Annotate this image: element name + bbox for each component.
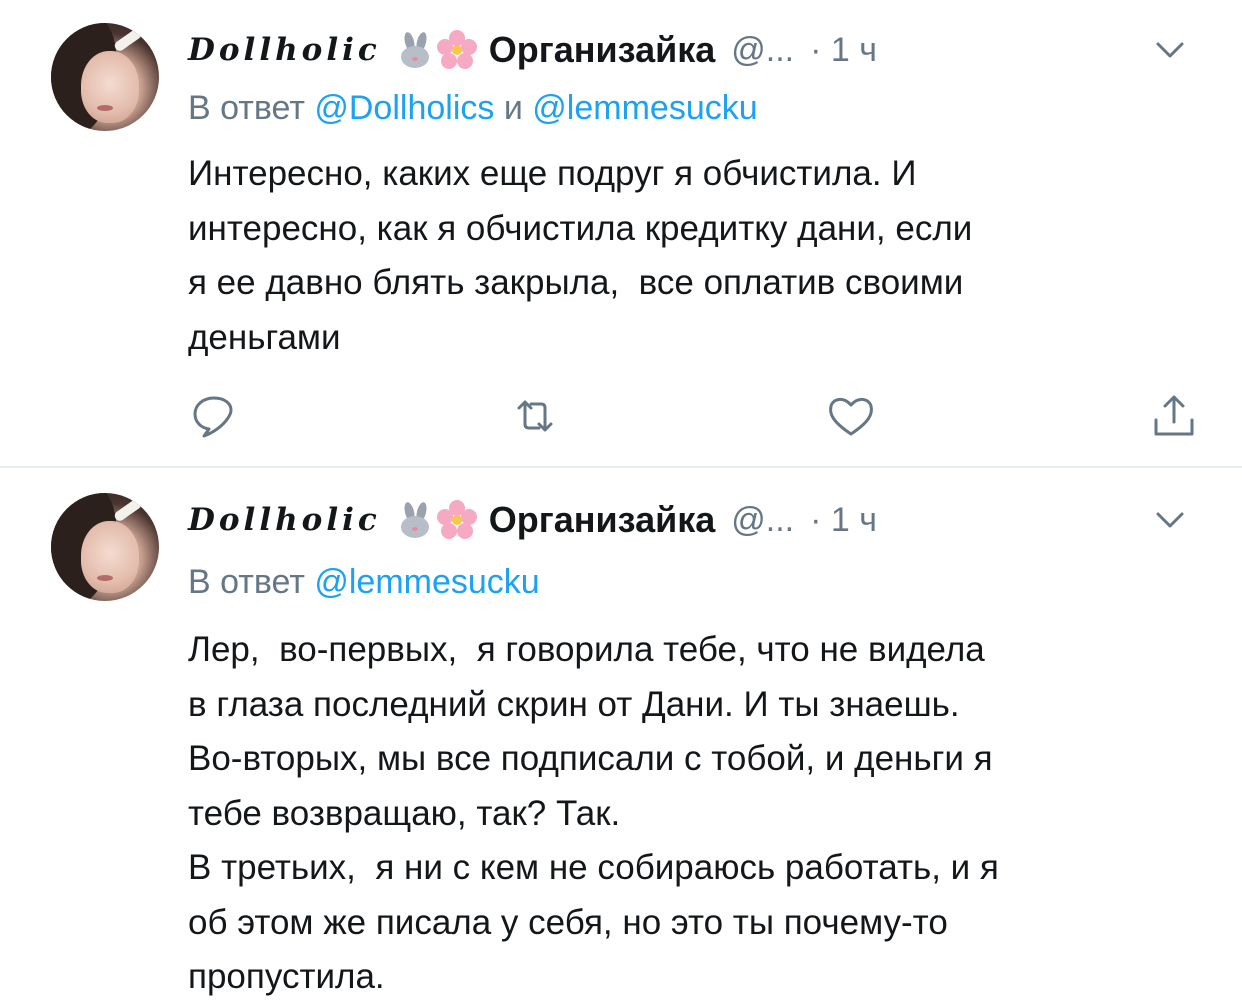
avatar-lips — [97, 105, 113, 111]
tweet-header: Dollholic Организайка @... · 1 ч — [188, 24, 1198, 76]
tweet-actions — [0, 390, 1242, 450]
reply-prefix: В ответ — [188, 89, 305, 127]
chevron-down-icon[interactable] — [1150, 502, 1190, 538]
tweet-text: Интересно, каких еще подруг я обчистила.… — [188, 147, 1198, 365]
avatar-hair-clip — [112, 27, 144, 53]
timestamp[interactable]: · 1 ч — [810, 501, 877, 540]
reply-context: В ответ @Dollholics и @lemmesucku — [188, 89, 758, 133]
avatar-lips — [97, 575, 113, 581]
tweet-header: Dollholic Организайка @... · 1 ч — [188, 494, 1198, 546]
reply-joiner: и — [503, 89, 523, 127]
tweet-text-line: деньгами — [188, 317, 341, 357]
bunny-emoji — [397, 30, 433, 70]
org-name[interactable]: Организайка — [489, 29, 716, 71]
tweet-text-line: я ее давно блять закрыла, все оплатив св… — [188, 263, 964, 302]
avatar-face — [81, 521, 139, 593]
reply-prefix: В ответ — [188, 563, 305, 601]
tweet[interactable]: Dollholic Организайка @... · 1 ч В ответ… — [0, 0, 1242, 466]
tweet-text-line: в глаза последний скрин от Дани. И ты зн… — [188, 684, 960, 724]
cherry-blossom-emoji — [436, 30, 477, 70]
tweet-text-line: интересно, как я обчистила кредитку дани… — [188, 208, 973, 248]
tweet-divider — [0, 466, 1242, 468]
avatar-face — [81, 51, 139, 123]
tweet-text-line: В третьих, я ни с кем не собираюсь работ… — [188, 848, 999, 887]
reply-context: В ответ @lemmesucku — [188, 563, 540, 607]
tweet-text-line: тебе возвращаю, так? Так. — [188, 793, 621, 833]
cherry-blossom-emoji — [436, 500, 477, 540]
timestamp[interactable]: · 1 ч — [810, 31, 877, 70]
avatar[interactable] — [51, 493, 159, 601]
avatar-hair-clip — [112, 497, 144, 523]
chevron-down-icon[interactable] — [1150, 32, 1190, 68]
bunny-emoji — [397, 500, 433, 540]
tweet-text-line: Интересно, каких еще подруг я обчистила.… — [188, 154, 917, 193]
org-name[interactable]: Организайка — [489, 499, 716, 541]
tweet-text-line: Во-вторых, мы все подписали с тобой, и д… — [188, 739, 993, 778]
display-name[interactable]: Dollholic — [188, 32, 381, 68]
reply-icon[interactable] — [188, 390, 240, 442]
display-name[interactable]: Dollholic — [188, 502, 381, 538]
mention-link[interactable]: @lemmesucku — [314, 563, 539, 601]
like-icon[interactable] — [825, 390, 877, 442]
tweet-text-line: об этом же писала у себя, но это ты поче… — [188, 902, 948, 942]
tweet-text-line: Лер, во-первых, я говорила тебе, что не … — [188, 630, 985, 669]
mention-link[interactable]: @lemmesucku — [532, 89, 757, 127]
share-icon[interactable] — [1148, 390, 1200, 442]
tweet[interactable]: Dollholic Организайка @... · 1 ч В ответ… — [0, 470, 1242, 1006]
tweet-text-line: пропустила. — [188, 957, 385, 996]
avatar[interactable] — [51, 23, 159, 131]
tweet-text: Лер, во-первых, я говорила тебе, что не … — [188, 623, 1198, 1005]
mention-link[interactable]: @Dollholics — [314, 89, 494, 127]
handle[interactable]: @... — [731, 31, 794, 70]
retweet-icon[interactable] — [509, 390, 561, 442]
handle[interactable]: @... — [731, 501, 794, 540]
